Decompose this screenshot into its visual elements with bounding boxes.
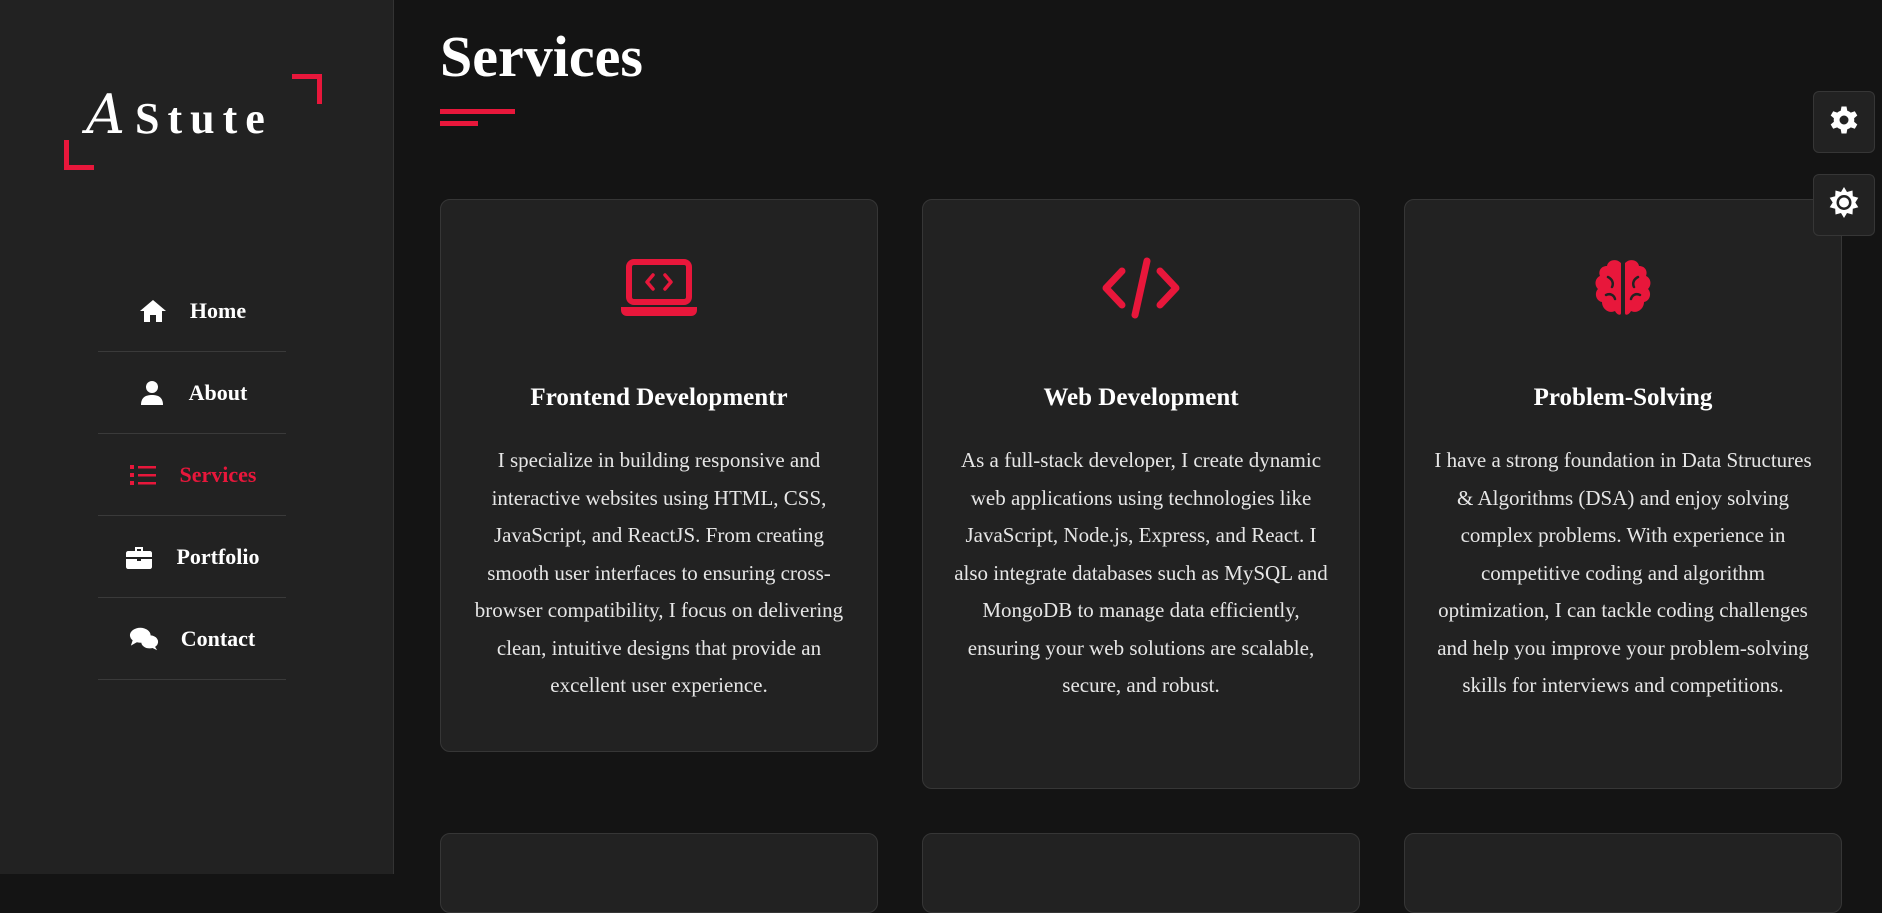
- nav-item-services[interactable]: Services: [98, 434, 286, 516]
- service-card: [440, 833, 878, 913]
- gear-icon: [1828, 104, 1860, 141]
- brain-icon: [1405, 258, 1841, 318]
- nav-item-portfolio[interactable]: Portfolio: [98, 516, 286, 598]
- service-title: Frontend Developmentr: [530, 384, 788, 411]
- service-card-problem-solving: Problem-Solving I have a strong foundati…: [1404, 199, 1842, 789]
- code-icon: [923, 257, 1359, 319]
- sidebar: A Stute Home About Services Portfolio Co…: [0, 0, 394, 874]
- sun-icon: [1827, 186, 1861, 225]
- page-title: Services: [440, 24, 643, 89]
- user-icon: [137, 380, 167, 406]
- briefcase-icon: [124, 544, 154, 570]
- nav-item-label: Home: [189, 297, 247, 323]
- service-description: As a full-stack developer, I create dyna…: [954, 448, 1328, 697]
- title-underline: [440, 109, 515, 114]
- logo-letter: A: [86, 83, 125, 146]
- service-description: I have a strong foundation in Data Struc…: [1434, 448, 1812, 697]
- service-title: Web Development: [1043, 384, 1239, 411]
- logo-corner-top-right: [292, 74, 322, 104]
- main-content: Services Frontend Developmentr I special…: [440, 0, 1842, 913]
- service-description: I specialize in building responsive and …: [474, 448, 844, 697]
- chat-icon: [129, 626, 159, 652]
- nav-item-label: Contact: [180, 625, 256, 651]
- logo-text: A Stute: [86, 88, 273, 144]
- title-underline-short: [440, 121, 478, 126]
- nav-item-label: Services: [179, 461, 257, 487]
- home-icon: [138, 298, 168, 324]
- nav-item-contact[interactable]: Contact: [98, 598, 286, 680]
- nav-item-label: Portfolio: [176, 543, 260, 569]
- main-nav: Home About Services Portfolio Contact: [98, 270, 286, 680]
- nav-item-about[interactable]: About: [98, 352, 286, 434]
- service-card: [1404, 833, 1842, 913]
- theme-toggle-button[interactable]: [1813, 174, 1875, 236]
- service-card-web: Web Development As a full-stack develope…: [922, 199, 1360, 789]
- settings-button[interactable]: [1813, 91, 1875, 153]
- service-card: [922, 833, 1360, 913]
- service-card-frontend: Frontend Developmentr I specialize in bu…: [440, 199, 878, 752]
- nav-item-label: About: [188, 379, 248, 405]
- logo[interactable]: A Stute: [62, 72, 324, 172]
- logo-word: Stute: [135, 94, 273, 143]
- list-icon: [128, 462, 158, 488]
- laptop-code-icon: [441, 258, 877, 318]
- nav-item-home[interactable]: Home: [98, 270, 286, 352]
- service-title: Problem-Solving: [1533, 384, 1713, 411]
